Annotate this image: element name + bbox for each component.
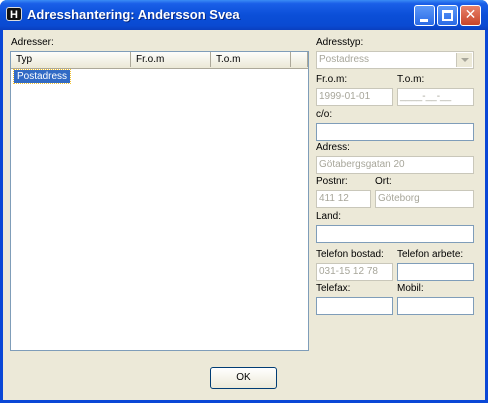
column-header-filler [291,52,308,67]
title-bar[interactable]: H Adresshantering: Andersson Svea ✕ [0,0,488,30]
ok-button[interactable]: OK [210,367,277,389]
adresstyp-combobox[interactable]: Postadress [316,51,474,69]
list-item[interactable]: Postadress [12,69,72,84]
from-label: Fr.o.m: [316,74,348,85]
postnr-label: Postnr: [316,176,348,187]
tel-bostad-field[interactable]: 031-15 12 78 [316,263,393,281]
postnr-field[interactable]: 411 12 [316,190,371,208]
list-header: Typ Fr.o.m T.o.m [11,52,308,69]
address-list[interactable]: Typ Fr.o.m T.o.m Postadress [10,51,309,351]
mobil-field[interactable] [397,297,474,315]
tom-label: T.o.m: [397,74,425,85]
maximize-button[interactable] [437,5,458,26]
adress-field[interactable]: Götabergsgatan 20 [316,156,474,174]
column-header-from[interactable]: Fr.o.m [131,52,211,67]
window-title: Adresshantering: Andersson Svea [27,7,240,22]
telefax-label: Telefax: [316,283,351,294]
close-icon: ✕ [464,7,477,23]
column-header-tom[interactable]: T.o.m [211,52,291,67]
addresses-label: Adresser: [11,37,54,48]
land-label: Land: [316,211,342,222]
app-icon: H [6,7,22,21]
from-field[interactable]: 1999-01-01 [316,88,393,106]
maximize-icon [442,10,453,21]
tom-field[interactable]: ____-__-__ [397,88,474,106]
adresstyp-value: Postadress [319,54,370,65]
tel-bostad-label: Telefon bostad: [316,249,384,260]
close-button[interactable]: ✕ [460,5,481,26]
column-header-typ[interactable]: Typ [11,52,131,67]
tel-arbete-label: Telefon arbete: [397,249,464,260]
minimize-button[interactable] [414,5,435,26]
adresstyp-label: Adresstyp: [316,37,364,48]
ort-field[interactable]: Göteborg [375,190,474,208]
telefax-field[interactable] [316,297,393,315]
tel-arbete-field[interactable] [397,263,474,281]
minimize-icon [420,19,428,22]
adress-label: Adress: [316,142,350,153]
ort-label: Ort: [375,176,392,187]
dropdown-arrow-icon[interactable] [456,53,472,67]
mobil-label: Mobil: [397,283,424,294]
co-field[interactable] [316,123,474,141]
co-label: c/o: [316,109,333,120]
land-field[interactable] [316,225,474,243]
